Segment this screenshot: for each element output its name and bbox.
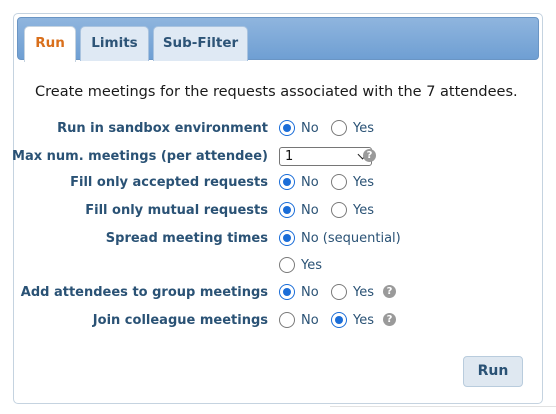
spread-no-label: No (sequential) — [301, 231, 401, 246]
spread-yes-label: Yes — [301, 258, 322, 273]
intro-text: Create meetings for the requests associa… — [35, 84, 518, 100]
max-meetings-label: Max num. meetings (per attendee) — [12, 149, 268, 164]
colleague-yes-radio[interactable] — [331, 312, 347, 328]
max-meetings-value: 1 — [285, 149, 294, 164]
group-no-label: No — [301, 285, 319, 300]
max-meetings-row: Max num. meetings (per attendee) 1 ? — [12, 147, 544, 167]
help-icon[interactable]: ? — [383, 313, 396, 326]
sandbox-yes-label: Yes — [353, 121, 374, 136]
help-icon[interactable]: ? — [383, 285, 396, 298]
group-yes-label: Yes — [353, 285, 374, 300]
sandbox-yes-radio[interactable] — [331, 120, 347, 136]
spread-yes-row: Yes — [14, 256, 544, 276]
tab-run[interactable]: Run — [24, 26, 76, 62]
mutual-row: Fill only mutual requests No Yes — [14, 201, 544, 221]
max-meetings-select[interactable]: 1 — [279, 147, 372, 166]
accepted-row: Fill only accepted requests No Yes — [14, 173, 544, 193]
spread-row: Spread meeting times No (sequential) — [14, 229, 544, 249]
accepted-yes-label: Yes — [353, 175, 374, 190]
colleague-no-label: No — [301, 313, 319, 328]
spread-yes-radio[interactable] — [279, 257, 295, 273]
tab-limits[interactable]: Limits — [80, 26, 149, 61]
run-panel: Run Limits Sub-Filter Create meetings fo… — [12, 13, 544, 404]
accepted-no-label: No — [301, 175, 319, 190]
group-yes-radio[interactable] — [331, 284, 347, 300]
accepted-label: Fill only accepted requests — [70, 175, 268, 190]
spread-label: Spread meeting times — [105, 231, 268, 246]
tab-bar: Run Limits Sub-Filter — [17, 17, 539, 62]
group-label: Add attendees to group meetings — [20, 285, 268, 300]
mutual-yes-radio[interactable] — [331, 202, 347, 218]
spread-no-radio[interactable] — [279, 230, 295, 246]
divider — [330, 406, 556, 407]
mutual-yes-label: Yes — [353, 203, 374, 218]
group-no-radio[interactable] — [279, 284, 295, 300]
mutual-no-label: No — [301, 203, 319, 218]
mutual-no-radio[interactable] — [279, 202, 295, 218]
sandbox-label: Run in sandbox environment — [57, 121, 268, 136]
help-icon[interactable]: ? — [363, 149, 376, 162]
sandbox-row: Run in sandbox environment No Yes — [14, 119, 544, 139]
colleague-yes-label: Yes — [353, 313, 374, 328]
tab-sub-filter[interactable]: Sub-Filter — [153, 26, 248, 61]
accepted-yes-radio[interactable] — [331, 174, 347, 190]
sandbox-no-radio[interactable] — [279, 120, 295, 136]
colleague-row: Join colleague meetings No Yes ? — [14, 311, 544, 331]
mutual-label: Fill only mutual requests — [85, 203, 268, 218]
colleague-no-radio[interactable] — [279, 312, 295, 328]
colleague-label: Join colleague meetings — [92, 313, 268, 328]
run-button[interactable]: Run — [463, 356, 523, 387]
group-row: Add attendees to group meetings No Yes ? — [14, 283, 544, 303]
accepted-no-radio[interactable] — [279, 174, 295, 190]
sandbox-no-label: No — [301, 121, 319, 136]
